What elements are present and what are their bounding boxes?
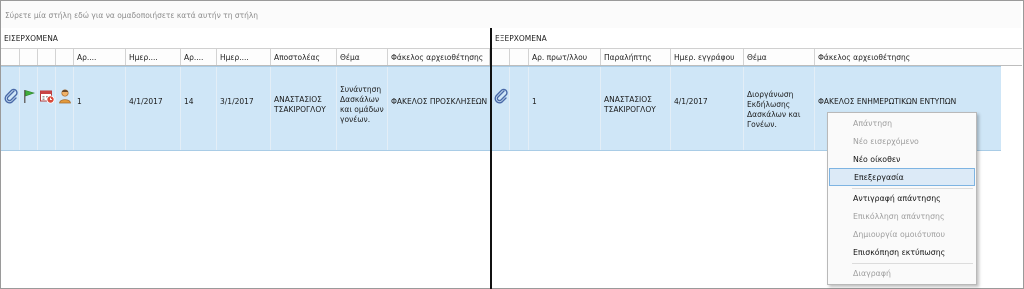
column-icon-3[interactable]	[38, 49, 56, 65]
menu-item-copy-reply[interactable]: Αντιγραφή απάντησης	[829, 190, 975, 208]
column-header-protocol-number[interactable]: Αρ. πρωτ/λλου	[529, 49, 601, 65]
column-header-folder[interactable]: Φάκελος αρχειοθέτησης	[388, 49, 490, 65]
number-cell: 1	[74, 67, 126, 150]
outgoing-group-header: ΕΞΕΡΧΟΜΕΝΑ	[492, 28, 1022, 49]
column-icon-4[interactable]	[56, 49, 74, 65]
menu-item-print-preview[interactable]: Επισκόπηση εκτύπωσης	[829, 244, 975, 262]
menu-item-paste-reply[interactable]: Επικόλληση απάντησης	[829, 208, 975, 226]
menu-item-delete[interactable]: Διαγραφή	[829, 265, 975, 283]
menu-item-reply[interactable]: Απάντηση	[829, 115, 975, 133]
column-header-date-2[interactable]: Ημερ....	[217, 49, 271, 65]
outgoing-column-headers: Αρ. πρωτ/λλου Παραλήπτης Ημερ. εγγράφου …	[492, 49, 1022, 66]
column-header-recipient[interactable]: Παραλήπτης	[601, 49, 671, 65]
group-by-hint: Σύρετε μία στήλη εδώ για να ομαδοποιήσετ…	[5, 11, 259, 20]
icon-cell	[492, 67, 510, 150]
document-date-cell: 4/1/2017	[671, 67, 744, 150]
column-icon-2[interactable]	[20, 49, 38, 65]
calendar-icon	[40, 90, 55, 104]
column-header-sender[interactable]: Αποστολέας	[271, 49, 337, 65]
column-icon-1[interactable]	[1, 49, 20, 65]
column-header-number-2[interactable]: Αρ....	[181, 49, 217, 65]
date-2-cell: 3/1/2017	[217, 67, 271, 150]
group-by-panel[interactable]: Σύρετε μία στήλη εδώ για να ομαδοποιήσετ…	[1, 1, 1021, 29]
menu-item-create-duplicate[interactable]: Δημιουργία ομοιότυπου	[829, 226, 975, 244]
menu-separator	[852, 263, 973, 264]
number-2-cell: 14	[181, 67, 217, 150]
table-row[interactable]: 1 4/1/2017 14 3/1/2017 ΑΝΑΣΤΑΣΙΟΣ ΤΣΑΚΙΡ…	[1, 66, 490, 151]
menu-item-new-incoming[interactable]: Νέο εισερχόμενο	[829, 133, 975, 151]
column-header-subject[interactable]: Θέμα	[744, 49, 815, 65]
folder-cell: ΦΑΚΕΛΟΣ ΠΡΟΣΚΛΗΣΕΩΝ	[391, 97, 488, 106]
icon-cell	[20, 67, 38, 150]
incoming-grid: ΕΙΣΕΡΧΟΜΕΝΑ Αρ.... Ημερ.... Αρ.... Ημερ.…	[1, 28, 490, 289]
icon-cell	[1, 67, 20, 150]
subject-cell: Συνάντηση Δασκάλων και ομάδων γονέων.	[337, 67, 388, 150]
incoming-title: ΕΙΣΕΡΧΟΜΕΝΑ	[4, 34, 58, 43]
context-menu: Απάντηση Νέο εισερχόμενο Νέο οίκοθεν Επε…	[827, 112, 977, 285]
recipient-cell: ΑΝΑΣΤΑΣΙΟΣ ΤΣΑΚΙΡΟΓΛΟΥ	[601, 67, 671, 150]
column-header-subject[interactable]: Θέμα	[337, 49, 388, 65]
icon-cell	[38, 67, 56, 150]
protocol-number-cell: 1	[529, 67, 601, 150]
menu-item-edit[interactable]: Επεξεργασία	[829, 168, 975, 186]
incoming-group-header: ΕΙΣΕΡΧΟΜΕΝΑ	[1, 28, 490, 49]
column-icon-2[interactable]	[510, 49, 529, 65]
user-icon	[59, 89, 71, 104]
menu-item-new-internal[interactable]: Νέο οίκοθεν	[829, 151, 975, 169]
subject-cell: Διοργάνωση Εκδήλωσης Δασκάλων και Γονέων…	[744, 67, 815, 150]
attachment-icon	[494, 88, 508, 104]
column-header-date[interactable]: Ημερ....	[126, 49, 181, 65]
outgoing-title: ΕΞΕΡΧΟΜΕΝΑ	[495, 34, 547, 43]
column-header-number[interactable]: Αρ....	[74, 49, 126, 65]
icon-cell	[510, 67, 529, 150]
flag-icon	[24, 90, 35, 103]
menu-separator	[852, 188, 973, 189]
column-icon-1[interactable]	[492, 49, 510, 65]
column-header-document-date[interactable]: Ημερ. εγγράφου	[671, 49, 744, 65]
column-header-folder[interactable]: Φάκελος αρχειοθέτησης	[815, 49, 1022, 65]
date-cell: 4/1/2017	[126, 67, 181, 150]
icon-cell	[56, 67, 74, 150]
attachment-icon	[4, 88, 18, 104]
sender-cell: ΑΝΑΣΤΑΣΙΟΣ ΤΣΑΚΙΡΟΓΛΟΥ	[271, 67, 337, 150]
incoming-column-headers: Αρ.... Ημερ.... Αρ.... Ημερ.... Αποστολέ…	[1, 49, 490, 66]
